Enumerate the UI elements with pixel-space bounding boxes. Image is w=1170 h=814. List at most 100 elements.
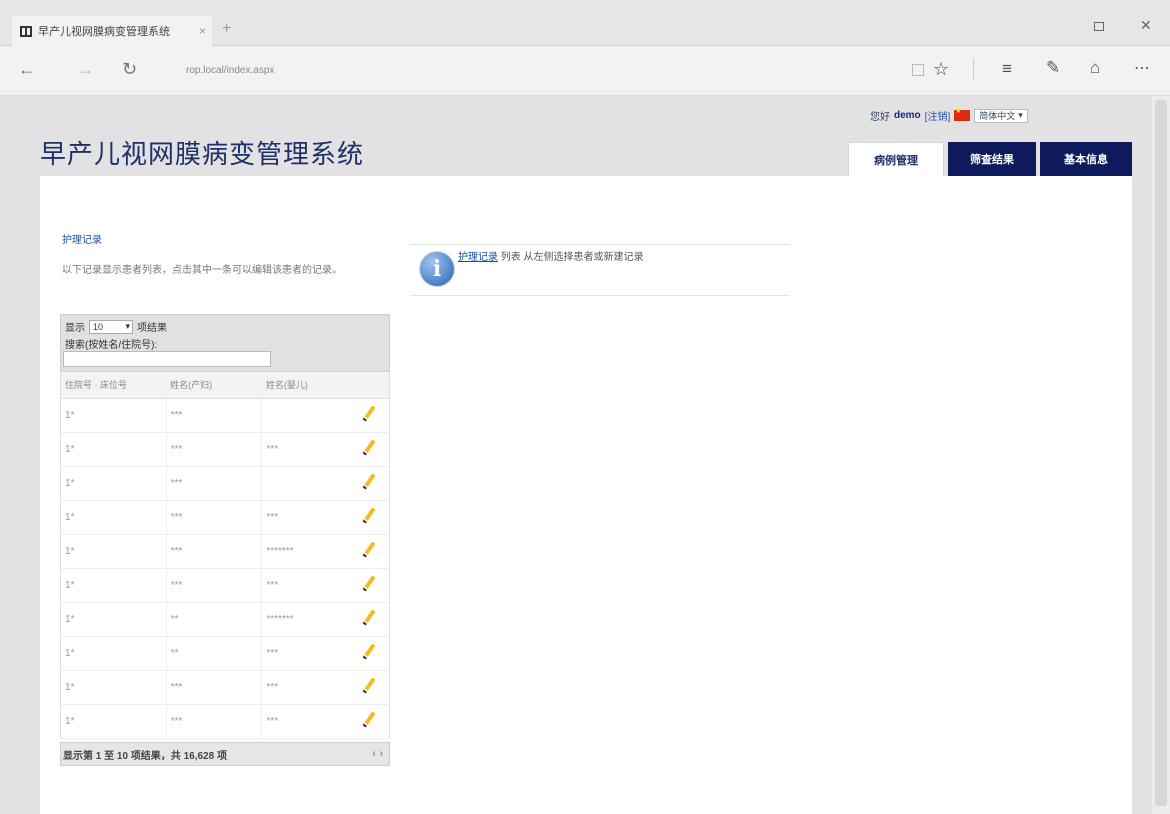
edit-button[interactable] (349, 466, 390, 501)
next-page-icon[interactable]: › (380, 748, 383, 759)
language-value: 简体中文 (979, 111, 1016, 121)
info-link[interactable]: 护理记录 (458, 252, 498, 263)
window-close-icon[interactable]: ✕ (1140, 17, 1152, 34)
tab-title: 早产儿视网膜病变管理系统 (38, 26, 170, 38)
cell-infant (261, 466, 350, 501)
logout-link[interactable]: [注销] (925, 108, 951, 123)
tab-basic-info[interactable]: 基本信息 (1040, 142, 1132, 176)
tab-favicon-icon (20, 25, 32, 37)
cell-infant: *** (261, 670, 350, 705)
star-icon[interactable]: ☆ (933, 59, 949, 80)
table-row[interactable]: 1* *** *** (60, 500, 390, 535)
pager: ‹ › (372, 748, 383, 759)
chevron-down-icon: ▾ (125, 321, 130, 331)
edit-button[interactable] (349, 670, 390, 705)
table-row[interactable]: 1* *** (60, 398, 390, 433)
address-bar: ← → ↻ rop.local/index.aspx ☆ ≡ ✎ ⌂ ⋯ (0, 46, 1170, 96)
china-flag-icon (954, 107, 971, 121)
app-title: 早产儿视网膜病变管理系统 (40, 140, 365, 170)
share-icon[interactable]: ⌂ (1090, 58, 1100, 78)
cell-mother: *** (166, 670, 263, 705)
edit-button[interactable] (349, 500, 390, 535)
cell-id: 1* (60, 534, 167, 569)
tab-screening-results[interactable]: 筛查结果 (948, 142, 1036, 176)
cell-id: 1* (60, 500, 167, 535)
refresh-icon[interactable]: ↻ (122, 59, 137, 80)
pencil-icon (362, 575, 376, 592)
cell-id: 1* (60, 636, 167, 671)
edit-button[interactable] (349, 432, 390, 467)
user-greeting: 您好 (870, 112, 890, 123)
page-size-select[interactable]: 10 ▾ (89, 319, 133, 334)
search-input[interactable] (63, 351, 271, 367)
restore-icon[interactable] (1094, 22, 1104, 31)
cell-mother: *** (166, 432, 263, 467)
more-icon[interactable]: ⋯ (1134, 58, 1150, 78)
table-row[interactable]: 1* *** *** (60, 704, 390, 739)
table-row[interactable]: 1* ** *** (60, 636, 390, 671)
table-row[interactable]: 1* *** *** (60, 432, 390, 467)
pencil-icon (362, 711, 376, 728)
cell-infant: *** (261, 568, 350, 603)
url-field[interactable]: rop.local/index.aspx (186, 65, 274, 76)
record-count: 显示第 1 至 10 项结果，共 16,628 项 (63, 750, 227, 762)
column-header[interactable]: 住院号 · 床位号 (60, 372, 167, 399)
plus-icon[interactable]: + (222, 20, 231, 38)
column-header[interactable]: 姓名(婴儿) (261, 372, 350, 399)
scrollbar-thumb[interactable] (1155, 100, 1167, 806)
pencil-icon (362, 405, 376, 422)
cell-id: 1* (60, 670, 167, 705)
close-icon[interactable]: × (199, 24, 206, 38)
table-row[interactable]: 1* ** ******* (60, 602, 390, 637)
table-row[interactable]: 1* *** ******* (60, 534, 390, 569)
cell-mother: ** (166, 602, 263, 637)
cell-mother: *** (166, 466, 263, 501)
nursing-record-link[interactable]: 护理记录 (62, 231, 102, 246)
sidebar-description: 以下记录显示患者列表，点击其中一条可以编辑该患者的记录。 (62, 265, 342, 276)
page-size-value: 10 (93, 321, 104, 332)
cell-infant (261, 398, 350, 433)
edit-button[interactable] (349, 602, 390, 637)
info-icon: i (420, 252, 454, 286)
edit-button[interactable] (349, 534, 390, 569)
edit-button[interactable] (349, 704, 390, 739)
browser-tab[interactable]: 早产儿视网膜病变管理系统 × (12, 16, 212, 46)
cell-infant: *** (261, 704, 350, 739)
edit-button[interactable] (349, 636, 390, 671)
language-select[interactable]: 简体中文 ▾ (974, 108, 1028, 123)
grid-toolbar: 显示 10 ▾ 项结果 搜索(按姓名/住院号): (60, 314, 390, 372)
cell-id: 1* (60, 704, 167, 739)
table-row[interactable]: 1* *** (60, 466, 390, 501)
tab-case-management[interactable]: 病例管理 (848, 142, 944, 176)
pencil-icon (362, 677, 376, 694)
user-bar: 您好 demo [注销] 简体中文 ▾ (870, 107, 1028, 123)
table-row[interactable]: 1* *** *** (60, 670, 390, 705)
cell-infant: ******* (261, 534, 350, 569)
cell-mother: *** (166, 534, 263, 569)
web-note-icon[interactable]: ✎ (1046, 58, 1060, 78)
search-label: 搜索(按姓名/住院号): (65, 340, 158, 351)
edit-button[interactable] (349, 568, 390, 603)
column-header[interactable]: 姓名(产妇) (166, 372, 262, 399)
forward-arrow-icon[interactable]: → (76, 59, 94, 80)
pencil-icon (362, 507, 376, 524)
cell-infant: *** (261, 432, 350, 467)
hub-icon[interactable]: ≡ (1002, 59, 1012, 79)
pencil-icon (362, 439, 376, 456)
cell-id: 1* (60, 568, 167, 603)
pencil-icon (362, 609, 376, 626)
back-arrow-icon[interactable]: ← (18, 59, 36, 80)
table-row[interactable]: 1* *** *** (60, 568, 390, 603)
prev-page-icon[interactable]: ‹ (372, 748, 375, 759)
browser-tab-bar: 早产儿视网膜病变管理系统 × + ✕ (0, 0, 1170, 46)
cell-mother: *** (166, 704, 263, 739)
cell-id: 1* (60, 398, 167, 433)
cell-infant: *** (261, 636, 350, 671)
edit-button[interactable] (349, 398, 390, 433)
reading-view-icon[interactable] (912, 64, 924, 76)
pencil-icon (362, 473, 376, 490)
cell-mother: *** (166, 568, 263, 603)
cell-infant: ******* (261, 602, 350, 637)
user-name: demo (894, 110, 921, 121)
show-label: 显示 (65, 323, 85, 334)
